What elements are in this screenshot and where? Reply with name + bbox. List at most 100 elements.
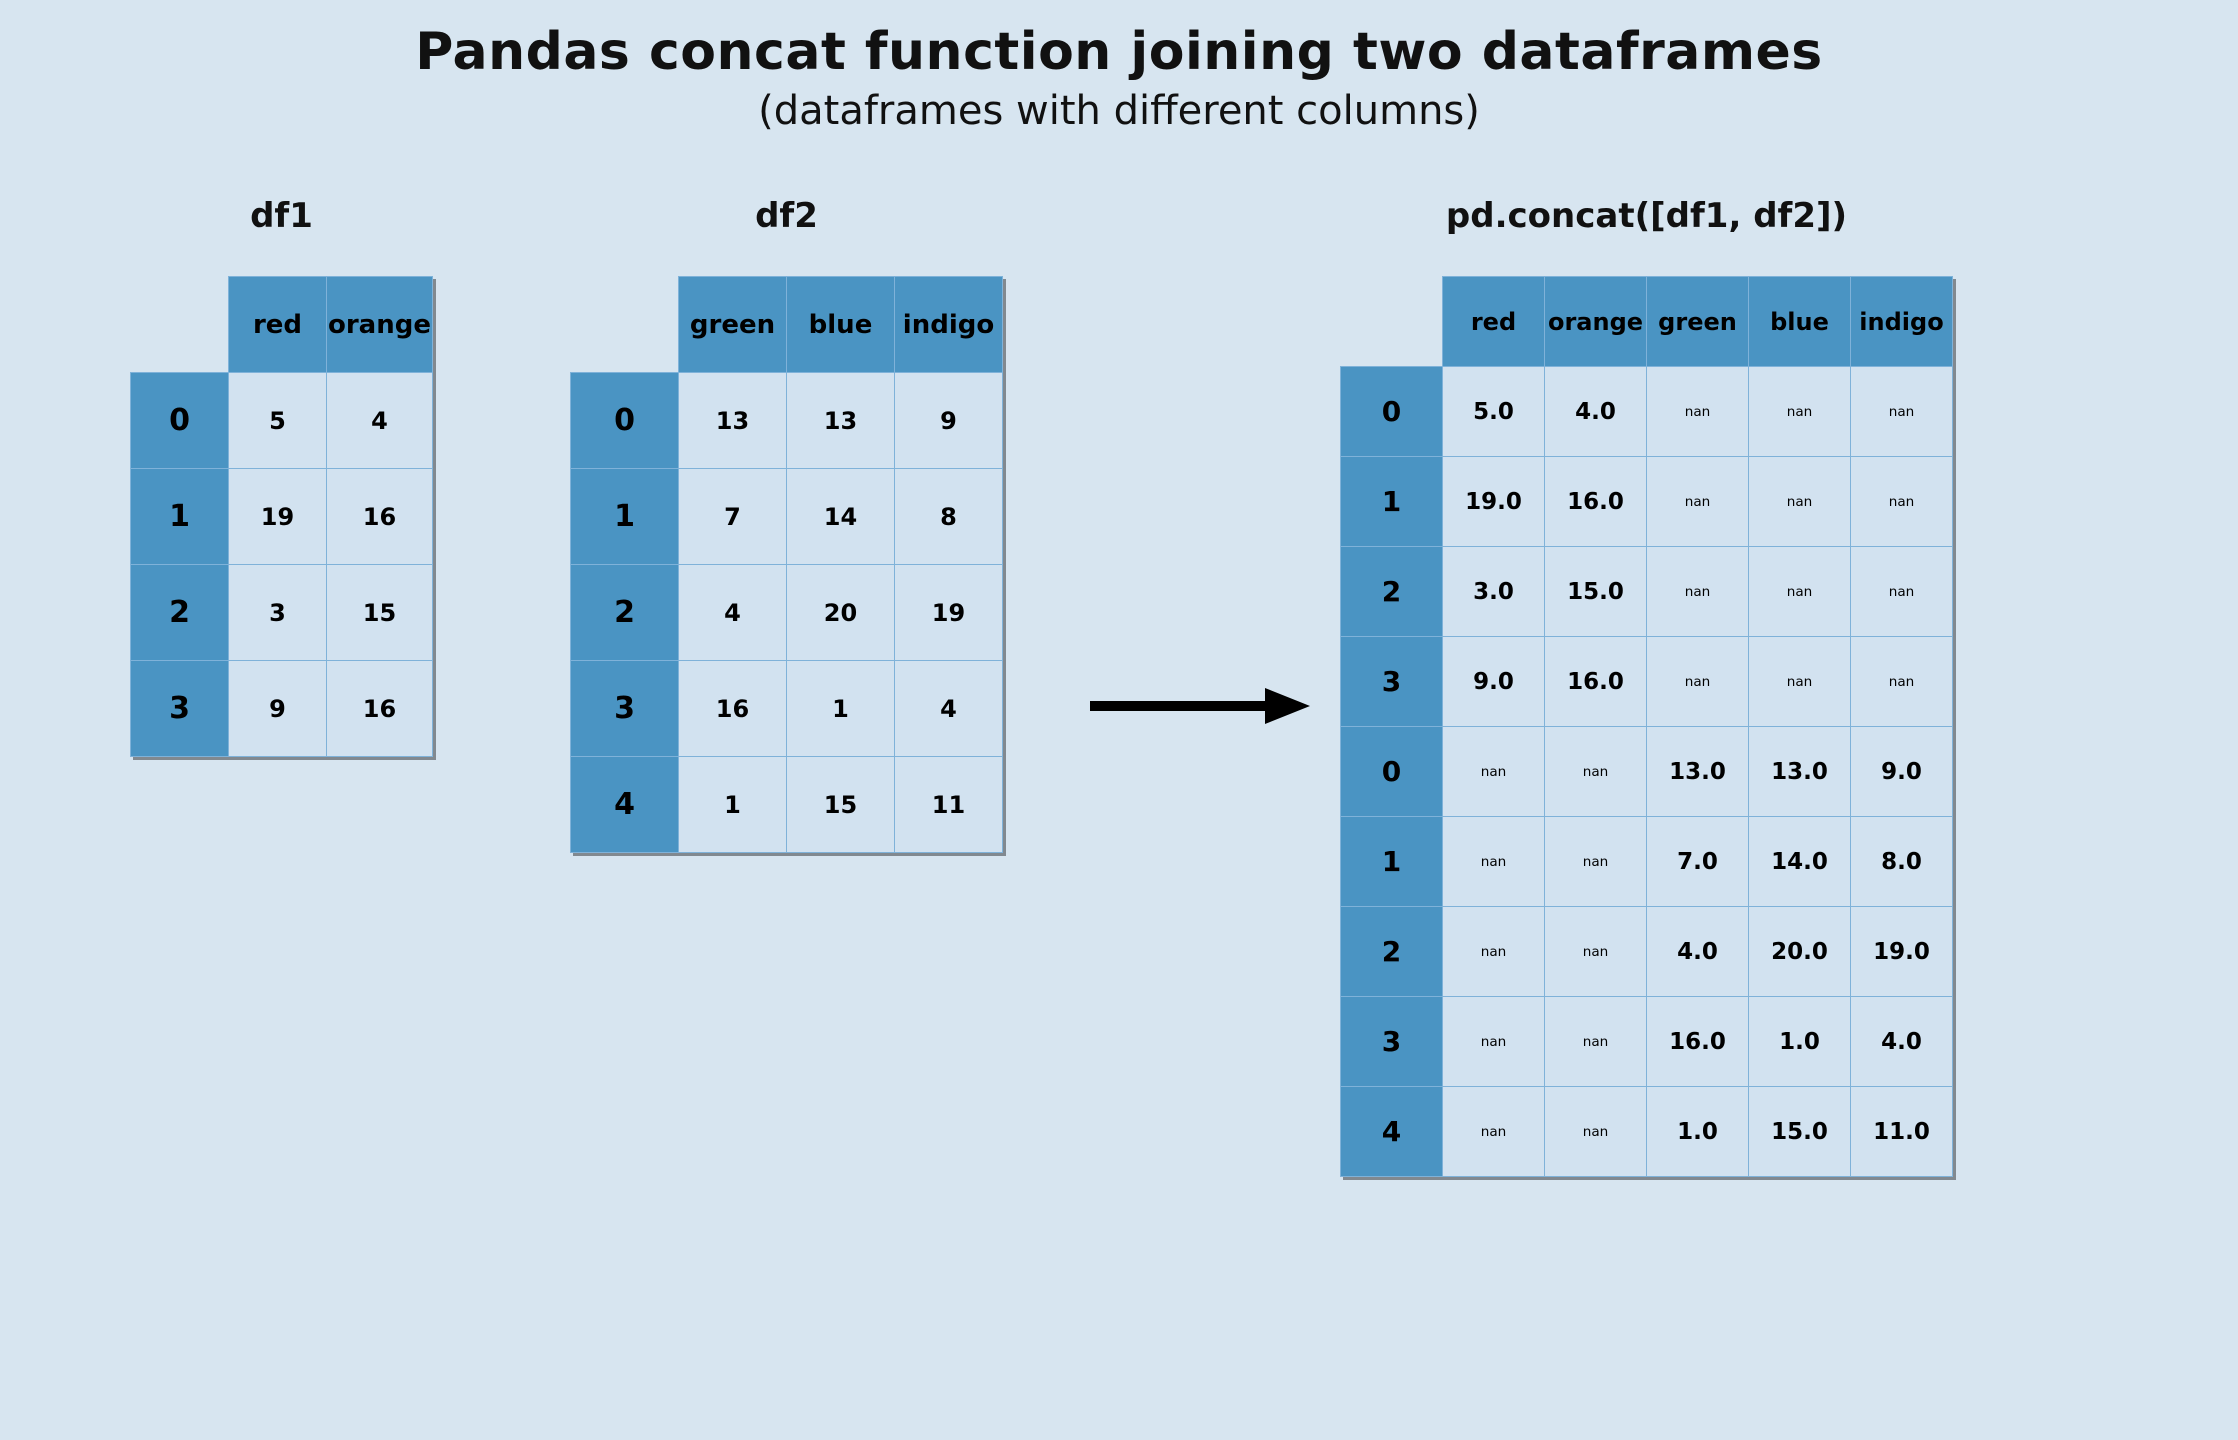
cell: 5.0 [1443, 367, 1545, 457]
cell: 7 [679, 469, 787, 565]
cell: 4.0 [1545, 367, 1647, 457]
cell: nan [1647, 547, 1749, 637]
colhdr: blue [1749, 277, 1851, 367]
rowhdr: 1 [571, 469, 679, 565]
cell: 9 [895, 373, 1003, 469]
cell: 1 [787, 661, 895, 757]
label-result: pd.concat([df1, df2]) [1340, 196, 1953, 246]
rowhdr: 2 [1341, 547, 1443, 637]
cell: 9 [229, 661, 327, 757]
cell: nan [1545, 817, 1647, 907]
rowhdr: 4 [571, 757, 679, 853]
cell: 19 [895, 565, 1003, 661]
cell: 1.0 [1647, 1087, 1749, 1177]
rowhdr: 1 [131, 469, 229, 565]
panel-result: pd.concat([df1, df2]) red orange green b… [1340, 196, 1953, 1181]
cell: nan [1545, 997, 1647, 1087]
corner-cell [571, 277, 679, 373]
cell: nan [1647, 637, 1749, 727]
label-df2: df2 [570, 196, 1003, 246]
page-subtitle: (dataframes with different columns) [0, 88, 2238, 134]
cell: 19.0 [1851, 907, 1953, 997]
rowhdr: 2 [1341, 907, 1443, 997]
cell: 14.0 [1749, 817, 1851, 907]
cell: 4.0 [1851, 997, 1953, 1087]
cell: 4 [327, 373, 433, 469]
cell: 16.0 [1545, 637, 1647, 727]
table-df1: red orange 0 5 4 1 19 16 2 3 15 [130, 276, 433, 757]
cell: 7.0 [1647, 817, 1749, 907]
rowhdr: 0 [1341, 727, 1443, 817]
cell: 3 [229, 565, 327, 661]
cell: 4 [679, 565, 787, 661]
cell: nan [1443, 1087, 1545, 1177]
cell: nan [1443, 997, 1545, 1087]
cell: nan [1443, 907, 1545, 997]
cell: 8 [895, 469, 1003, 565]
rowhdr: 3 [131, 661, 229, 757]
rowhdr: 3 [571, 661, 679, 757]
cell: 16 [679, 661, 787, 757]
cell: 3.0 [1443, 547, 1545, 637]
rowhdr: 3 [1341, 637, 1443, 727]
cell: nan [1851, 457, 1953, 547]
arrow-icon [1080, 676, 1310, 740]
cell: nan [1545, 727, 1647, 817]
rowhdr: 1 [1341, 817, 1443, 907]
rowhdr: 0 [571, 373, 679, 469]
colhdr: orange [1545, 277, 1647, 367]
cell: 11 [895, 757, 1003, 853]
cell: 13.0 [1647, 727, 1749, 817]
cell: 20 [787, 565, 895, 661]
panel-df1: df1 red orange 0 5 4 1 19 16 [130, 196, 433, 761]
rowhdr: 0 [1341, 367, 1443, 457]
cell: 15 [327, 565, 433, 661]
colhdr: blue [787, 277, 895, 373]
colhdr: red [1443, 277, 1545, 367]
cell: 9.0 [1851, 727, 1953, 817]
cell: 19 [229, 469, 327, 565]
cell: nan [1749, 457, 1851, 547]
cell: nan [1851, 637, 1953, 727]
cell: nan [1443, 817, 1545, 907]
panel-df2: df2 green blue indigo 0 13 13 9 1 7 [570, 196, 1003, 857]
table-df2: green blue indigo 0 13 13 9 1 7 14 8 [570, 276, 1003, 853]
cell: nan [1749, 637, 1851, 727]
cell: 1 [679, 757, 787, 853]
cell: nan [1749, 367, 1851, 457]
label-df1: df1 [130, 196, 433, 246]
rowhdr: 2 [131, 565, 229, 661]
cell: 16.0 [1647, 997, 1749, 1087]
table-result: red orange green blue indigo 0 5.0 4.0 n… [1340, 276, 1953, 1177]
corner-cell [131, 277, 229, 373]
cell: 20.0 [1749, 907, 1851, 997]
cell: 13 [787, 373, 895, 469]
rowhdr: 2 [571, 565, 679, 661]
cell: 15.0 [1749, 1087, 1851, 1177]
cell: 9.0 [1443, 637, 1545, 727]
cell: 4 [895, 661, 1003, 757]
cell: 15.0 [1545, 547, 1647, 637]
cell: 1.0 [1749, 997, 1851, 1087]
cell: 16.0 [1545, 457, 1647, 547]
cell: 19.0 [1443, 457, 1545, 547]
colhdr: indigo [1851, 277, 1953, 367]
cell: 16 [327, 469, 433, 565]
colhdr: orange [327, 277, 433, 373]
cell: nan [1647, 367, 1749, 457]
cell: nan [1851, 547, 1953, 637]
cell: nan [1647, 457, 1749, 547]
cell: nan [1545, 907, 1647, 997]
page-title: Pandas concat function joining two dataf… [0, 0, 2238, 82]
rowhdr: 4 [1341, 1087, 1443, 1177]
corner-cell [1341, 277, 1443, 367]
cell: nan [1851, 367, 1953, 457]
diagram-row: df1 red orange 0 5 4 1 19 16 [0, 196, 2238, 1396]
cell: 8.0 [1851, 817, 1953, 907]
cell: nan [1443, 727, 1545, 817]
cell: 4.0 [1647, 907, 1749, 997]
cell: 14 [787, 469, 895, 565]
colhdr: red [229, 277, 327, 373]
cell: 13 [679, 373, 787, 469]
cell: nan [1545, 1087, 1647, 1177]
